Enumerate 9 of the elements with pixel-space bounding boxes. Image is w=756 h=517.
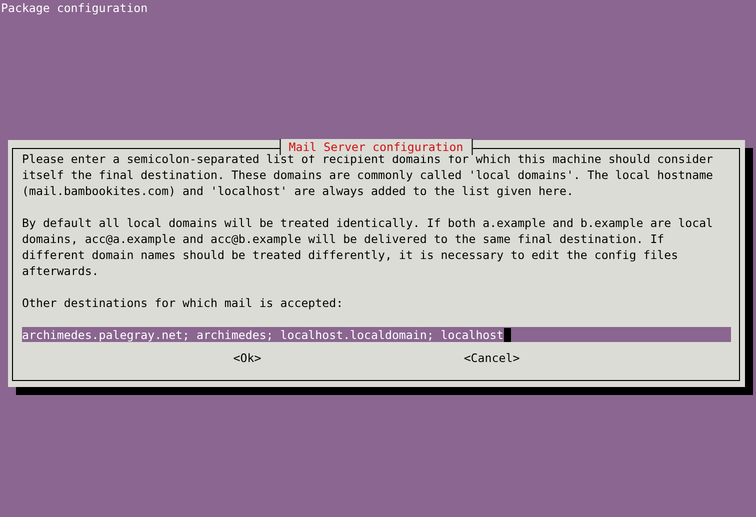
screen-title: Package configuration (0, 0, 148, 16)
text-cursor (504, 328, 511, 342)
dialog-button[interactable]: <Cancel> (462, 350, 522, 366)
description-text: Please enter a semicolon-separated list of recipient domains for which this machine should consider itself the final destination. These domains are commonly called 'local domains'. The local hostname (mail.bambookites.com) and 'localhost' are always added to the list given here. (22, 152, 714, 199)
dialog-button[interactable]: <Ok> (231, 350, 264, 366)
description-text: By default all local domains will be treated identically. If both a.example and b.example are local domains, acc@a.example and acc@b.example will be delivered to the same final destination. If different domain names should be treated differently, it is necessary to edit the config files afterwards. (22, 215, 714, 279)
prompt-label: Other destinations for which mail is accepted: (22, 295, 344, 311)
input-field[interactable]: archimedes.palegray.net; archimedes; localhost.localdomain; localhost (22, 327, 731, 342)
dialog-title: Mail Server configuration (280, 139, 472, 155)
